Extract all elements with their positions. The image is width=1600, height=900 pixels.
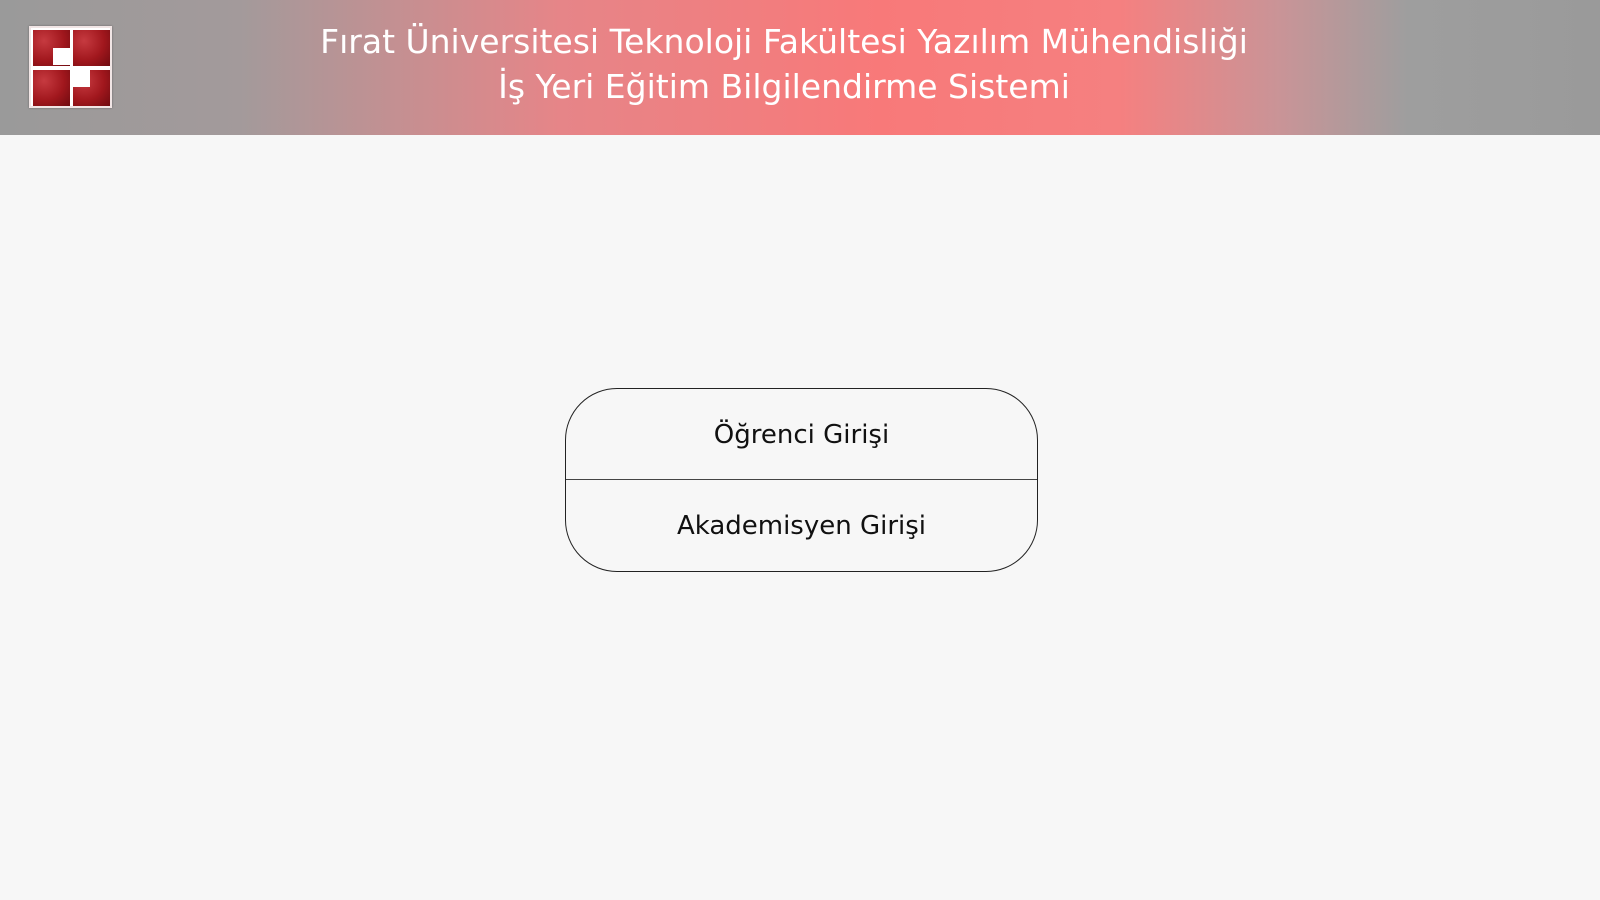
- logo-square: [73, 70, 90, 87]
- logo-quadrant: [33, 70, 70, 106]
- logo-quadrant: [73, 30, 110, 66]
- academic-login-button[interactable]: Akademisyen Girişi: [566, 480, 1037, 571]
- header-bar: Fırat Üniversitesi Teknoloji Fakültesi Y…: [0, 0, 1600, 135]
- login-selection-panel: Öğrenci Girişi Akademisyen Girişi: [565, 388, 1038, 572]
- student-login-button[interactable]: Öğrenci Girişi: [566, 389, 1037, 480]
- university-logo-icon: [29, 26, 112, 108]
- page-title: Fırat Üniversitesi Teknoloji Fakültesi Y…: [320, 22, 1248, 61]
- logo-square: [53, 48, 70, 65]
- page-subtitle: İş Yeri Eğitim Bilgilendirme Sistemi: [498, 67, 1070, 106]
